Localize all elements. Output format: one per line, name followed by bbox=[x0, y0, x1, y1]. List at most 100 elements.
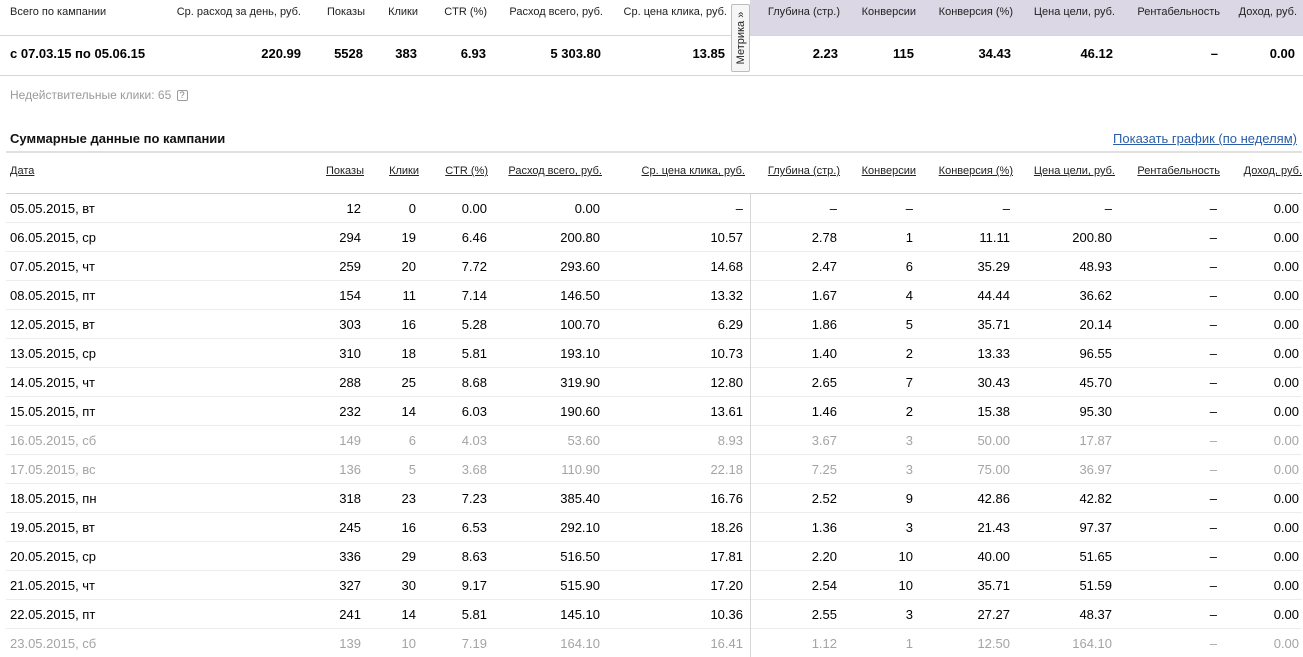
cell-conv-rate: 35.29 bbox=[977, 259, 1010, 274]
summary-header-spend-total: Расход всего, руб. bbox=[509, 6, 603, 18]
column-header-revenue[interactable]: Доход, руб. bbox=[1244, 165, 1302, 177]
cell-spend: 193.10 bbox=[560, 346, 600, 361]
cell-conv-rate: 13.33 bbox=[977, 346, 1010, 361]
cell-conv-rate: 27.27 bbox=[977, 607, 1010, 622]
table-row: 16.05.2015, сб 149 6 4.03 53.60 8.93 3.67 3 50.0… bbox=[6, 426, 1302, 455]
cell-revenue: 0.00 bbox=[1273, 375, 1299, 390]
cell-cpc: 10.57 bbox=[710, 230, 743, 245]
cell-spend: 0.00 bbox=[574, 201, 600, 216]
column-header-goal-cost[interactable]: Цена цели, руб. bbox=[1034, 165, 1115, 177]
cell-depth: 2.47 bbox=[811, 259, 837, 274]
cell-cpc: 13.61 bbox=[710, 404, 743, 419]
cell-profitability: – bbox=[1209, 230, 1217, 245]
cell-date: 20.05.2015, ср bbox=[10, 549, 97, 564]
cell-conv: 2 bbox=[905, 404, 913, 419]
column-header-conv-rate[interactable]: Конверсия (%) bbox=[939, 165, 1013, 177]
cell-cpc: 13.32 bbox=[710, 288, 743, 303]
table-row: 20.05.2015, ср 336 29 8.63 516.50 17.81 2.20 10… bbox=[6, 542, 1302, 571]
cell-clicks: 18 bbox=[401, 346, 416, 361]
column-header-profitability[interactable]: Рентабельность bbox=[1137, 165, 1220, 177]
cell-date: 21.05.2015, чт bbox=[10, 578, 96, 593]
cell-conv: 1 bbox=[905, 230, 913, 245]
cell-spend: 110.90 bbox=[561, 462, 600, 477]
cell-profitability: – bbox=[1209, 201, 1217, 216]
cell-conv-rate: 35.71 bbox=[977, 317, 1010, 332]
metrika-toggle-tab[interactable]: Метрика » bbox=[731, 4, 750, 72]
summary-value-depth: 2.23 bbox=[812, 46, 838, 61]
cell-spend: 385.40 bbox=[560, 491, 600, 506]
cell-revenue: 0.00 bbox=[1273, 259, 1299, 274]
table-row: 17.05.2015, вс 136 5 3.68 110.90 22.18 7.25 3 75… bbox=[6, 455, 1302, 484]
cell-date: 08.05.2015, пт bbox=[10, 288, 96, 303]
cell-conv: 5 bbox=[905, 317, 913, 332]
cell-revenue: 0.00 bbox=[1273, 346, 1299, 361]
cell-date: 12.05.2015, вт bbox=[10, 317, 95, 332]
invalid-clicks: Недействительные клики: 65 ? bbox=[10, 88, 188, 102]
cell-conv-rate: 44.44 bbox=[977, 288, 1010, 303]
help-icon[interactable]: ? bbox=[176, 90, 188, 101]
cell-depth: 1.67 bbox=[811, 288, 837, 303]
summary-value-ctr: 6.93 bbox=[460, 46, 486, 61]
table-row: 18.05.2015, пн 318 23 7.23 385.40 16.76 2.52 9 4… bbox=[6, 484, 1302, 513]
cell-goal-cost: 200.80 bbox=[1072, 230, 1112, 245]
cell-cpc: 8.93 bbox=[717, 433, 743, 448]
cell-depth: 2.78 bbox=[811, 230, 837, 245]
column-header-cpc[interactable]: Ср. цена клика, руб. bbox=[642, 165, 745, 177]
show-graph-link[interactable]: Показать график (по неделям) bbox=[1113, 131, 1297, 146]
column-header-date[interactable]: Дата bbox=[10, 165, 34, 177]
summary-header-ctr: CTR (%) bbox=[444, 6, 487, 18]
cell-conv: 6 bbox=[905, 259, 913, 274]
cell-shows: 245 bbox=[339, 520, 361, 535]
column-header-spend[interactable]: Расход всего, руб. bbox=[508, 165, 602, 177]
cell-revenue: 0.00 bbox=[1273, 201, 1299, 216]
cell-ctr: 5.28 bbox=[461, 317, 487, 332]
cell-depth: 1.12 bbox=[811, 636, 837, 651]
column-header-ctr[interactable]: CTR (%) bbox=[445, 165, 488, 177]
cell-goal-cost: 51.65 bbox=[1079, 549, 1112, 564]
summary-value-clicks: 383 bbox=[395, 46, 417, 61]
cell-clicks: 14 bbox=[401, 607, 416, 622]
cell-shows: 288 bbox=[339, 375, 361, 390]
cell-profitability: – bbox=[1209, 520, 1217, 535]
table-row: 05.05.2015, вт 12 0 0.00 0.00 – – – – – – 0.00 bbox=[6, 194, 1302, 223]
cell-profitability: – bbox=[1209, 259, 1217, 274]
cell-date: 19.05.2015, вт bbox=[10, 520, 95, 535]
cell-profitability: – bbox=[1209, 578, 1217, 593]
metrika-column-separator bbox=[750, 194, 751, 657]
cell-spend: 146.50 bbox=[560, 288, 600, 303]
cell-revenue: 0.00 bbox=[1273, 404, 1299, 419]
cell-conv-rate: 11.11 bbox=[979, 230, 1010, 245]
cell-goal-cost: 97.37 bbox=[1079, 520, 1112, 535]
cell-revenue: 0.00 bbox=[1273, 549, 1299, 564]
cell-clicks: 29 bbox=[401, 549, 416, 564]
cell-profitability: – bbox=[1209, 288, 1217, 303]
cell-revenue: 0.00 bbox=[1273, 520, 1299, 535]
cell-profitability: – bbox=[1209, 491, 1217, 506]
summary-value-profitability: – bbox=[1210, 46, 1218, 61]
cell-conv-rate: 15.38 bbox=[977, 404, 1010, 419]
column-header-clicks[interactable]: Клики bbox=[389, 165, 419, 177]
cell-conv: 3 bbox=[905, 607, 913, 622]
campaign-summary: Всего по кампании Ср. расход за день, ру… bbox=[0, 0, 1303, 76]
column-header-shows[interactable]: Показы bbox=[326, 165, 364, 177]
column-header-conversions[interactable]: Конверсии bbox=[862, 165, 916, 177]
cell-conv: 7 bbox=[905, 375, 913, 390]
cell-shows: 327 bbox=[339, 578, 361, 593]
cell-ctr: 8.63 bbox=[461, 549, 487, 564]
cell-date: 15.05.2015, пт bbox=[10, 404, 96, 419]
table-row: 15.05.2015, пт 232 14 6.03 190.60 13.61 1.46 2 1… bbox=[6, 397, 1302, 426]
cell-shows: 310 bbox=[339, 346, 361, 361]
cell-depth: 3.67 bbox=[811, 433, 837, 448]
cell-clicks: 6 bbox=[408, 433, 416, 448]
cell-conv-rate: 21.43 bbox=[977, 520, 1010, 535]
cell-profitability: – bbox=[1209, 404, 1217, 419]
cell-ctr: 3.68 bbox=[461, 462, 487, 477]
table-row: 08.05.2015, пт 154 11 7.14 146.50 13.32 1.67 4 4… bbox=[6, 281, 1302, 310]
cell-cpc: 22.18 bbox=[710, 462, 743, 477]
cell-ctr: 6.53 bbox=[461, 520, 487, 535]
cell-clicks: 19 bbox=[401, 230, 416, 245]
column-header-depth[interactable]: Глубина (стр.) bbox=[768, 165, 840, 177]
cell-spend: 516.50 bbox=[560, 549, 600, 564]
cell-goal-cost: 36.62 bbox=[1079, 288, 1112, 303]
cell-depth: – bbox=[829, 201, 837, 216]
